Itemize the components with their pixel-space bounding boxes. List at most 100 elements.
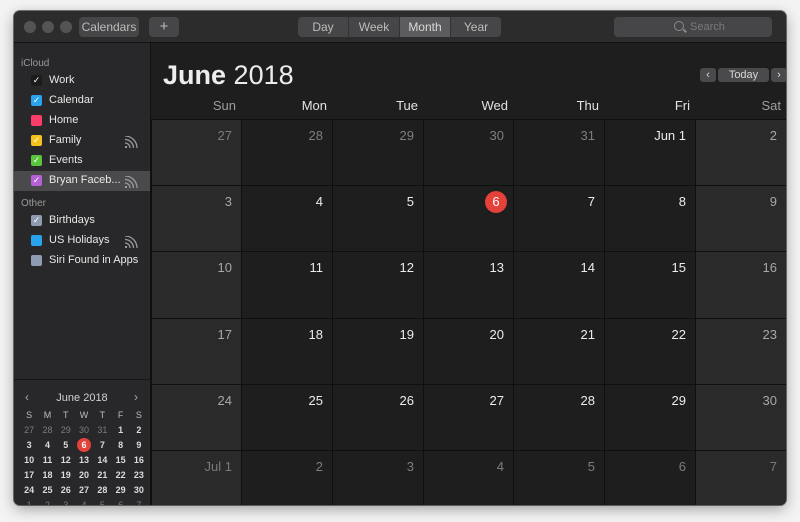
day-cell[interactable]: 6: [604, 450, 695, 505]
view-tab-year[interactable]: Year: [451, 17, 501, 37]
prev-month-button[interactable]: ‹: [700, 68, 716, 82]
day-cell[interactable]: 4: [241, 185, 332, 251]
day-cell[interactable]: 25: [241, 384, 332, 450]
day-cell[interactable]: 7: [513, 185, 604, 251]
day-cell[interactable]: 24: [151, 384, 241, 450]
mini-day[interactable]: 4: [75, 498, 93, 505]
mini-day[interactable]: 29: [57, 423, 75, 438]
day-cell[interactable]: 16: [695, 251, 786, 318]
calendar-item-us-holidays[interactable]: US Holidays: [14, 231, 150, 251]
mini-day[interactable]: 23: [130, 468, 148, 483]
day-cell[interactable]: 28: [241, 119, 332, 185]
calendars-button[interactable]: Calendars: [79, 17, 139, 37]
calendar-item-family[interactable]: ✓ Family: [14, 131, 150, 151]
day-cell[interactable]: 5: [513, 450, 604, 505]
calendar-item-calendar[interactable]: ✓ Calendar: [14, 91, 150, 111]
day-cell[interactable]: 2: [695, 119, 786, 185]
day-cell[interactable]: 20: [423, 318, 513, 384]
calendar-item-siri-found-in-apps[interactable]: Siri Found in Apps: [14, 251, 150, 271]
mini-day[interactable]: 17: [20, 468, 38, 483]
mini-day[interactable]: 24: [20, 483, 38, 498]
mini-day[interactable]: 5: [93, 498, 111, 505]
mini-day[interactable]: 30: [130, 483, 148, 498]
mini-next-month-button[interactable]: ›: [134, 390, 138, 404]
mini-day[interactable]: 7: [93, 438, 111, 453]
day-cell[interactable]: 28: [513, 384, 604, 450]
day-cell[interactable]: 13: [423, 251, 513, 318]
mini-day[interactable]: 12: [57, 453, 75, 468]
day-cell[interactable]: 26: [332, 384, 423, 450]
calendar-checkbox[interactable]: ✓: [31, 135, 42, 146]
calendar-checkbox[interactable]: ✓: [31, 175, 42, 186]
mini-day[interactable]: 5: [57, 438, 75, 453]
today-button[interactable]: Today: [718, 68, 769, 82]
calendar-item-events[interactable]: ✓ Events: [14, 151, 150, 171]
mini-day[interactable]: 28: [93, 483, 111, 498]
calendar-checkbox[interactable]: [31, 255, 42, 266]
mini-day[interactable]: 27: [20, 423, 38, 438]
mini-day[interactable]: 20: [75, 468, 93, 483]
day-cell[interactable]: 3: [151, 185, 241, 251]
mini-day[interactable]: 29: [111, 483, 129, 498]
calendar-checkbox[interactable]: [31, 235, 42, 246]
mini-day[interactable]: 13: [75, 453, 93, 468]
mini-day[interactable]: 31: [93, 423, 111, 438]
day-cell[interactable]: 11: [241, 251, 332, 318]
mini-day[interactable]: 21: [93, 468, 111, 483]
calendar-checkbox[interactable]: ✓: [31, 75, 42, 86]
next-month-button[interactable]: ›: [771, 68, 786, 82]
day-cell[interactable]: Jun 1: [604, 119, 695, 185]
day-cell[interactable]: 15: [604, 251, 695, 318]
mini-day[interactable]: 3: [20, 438, 38, 453]
mini-day[interactable]: 14: [93, 453, 111, 468]
day-cell[interactable]: 12: [332, 251, 423, 318]
view-tab-day[interactable]: Day: [298, 17, 349, 37]
calendar-item-bryan-faceb[interactable]: ✓ Bryan Faceb...: [14, 171, 150, 191]
day-cell[interactable]: 18: [241, 318, 332, 384]
calendar-item-work[interactable]: ✓ Work: [14, 71, 150, 91]
mini-day[interactable]: 25: [38, 483, 56, 498]
mini-day[interactable]: 19: [57, 468, 75, 483]
day-cell[interactable]: 19: [332, 318, 423, 384]
day-cell[interactable]: 27: [423, 384, 513, 450]
calendar-checkbox[interactable]: ✓: [31, 215, 42, 226]
mini-day[interactable]: 2: [38, 498, 56, 505]
mini-day[interactable]: 7: [130, 498, 148, 505]
mini-day[interactable]: 8: [111, 438, 129, 453]
close-window-button[interactable]: [24, 21, 36, 33]
mini-day[interactable]: 15: [111, 453, 129, 468]
mini-day[interactable]: 16: [130, 453, 148, 468]
mini-day[interactable]: 22: [111, 468, 129, 483]
zoom-window-button[interactable]: [60, 21, 72, 33]
mini-day[interactable]: 1: [20, 498, 38, 505]
mini-day[interactable]: 4: [38, 438, 56, 453]
mini-day[interactable]: 3: [57, 498, 75, 505]
mini-day[interactable]: 18: [38, 468, 56, 483]
calendar-item-birthdays[interactable]: ✓ Birthdays: [14, 211, 150, 231]
mini-day[interactable]: 9: [130, 438, 148, 453]
day-cell[interactable]: 8: [604, 185, 695, 251]
mini-day[interactable]: 11: [38, 453, 56, 468]
calendar-item-home[interactable]: Home: [14, 111, 150, 131]
day-cell[interactable]: 29: [332, 119, 423, 185]
day-cell[interactable]: 17: [151, 318, 241, 384]
day-cell[interactable]: 27: [151, 119, 241, 185]
add-event-button[interactable]: +: [149, 17, 179, 37]
mini-day[interactable]: 26: [57, 483, 75, 498]
day-cell[interactable]: 21: [513, 318, 604, 384]
day-cell[interactable]: 22: [604, 318, 695, 384]
day-cell[interactable]: 10: [151, 251, 241, 318]
day-cell[interactable]: 29: [604, 384, 695, 450]
calendar-checkbox[interactable]: [31, 115, 42, 126]
mini-day[interactable]: 27: [75, 483, 93, 498]
day-cell[interactable]: 23: [695, 318, 786, 384]
calendar-checkbox[interactable]: ✓: [31, 95, 42, 106]
day-cell[interactable]: 2: [241, 450, 332, 505]
mini-day[interactable]: 1: [111, 423, 129, 438]
day-cell[interactable]: 9: [695, 185, 786, 251]
mini-day[interactable]: 28: [38, 423, 56, 438]
mini-day[interactable]: 10: [20, 453, 38, 468]
day-cell[interactable]: 6: [423, 185, 513, 251]
mini-day[interactable]: 30: [75, 423, 93, 438]
minimize-window-button[interactable]: [42, 21, 54, 33]
